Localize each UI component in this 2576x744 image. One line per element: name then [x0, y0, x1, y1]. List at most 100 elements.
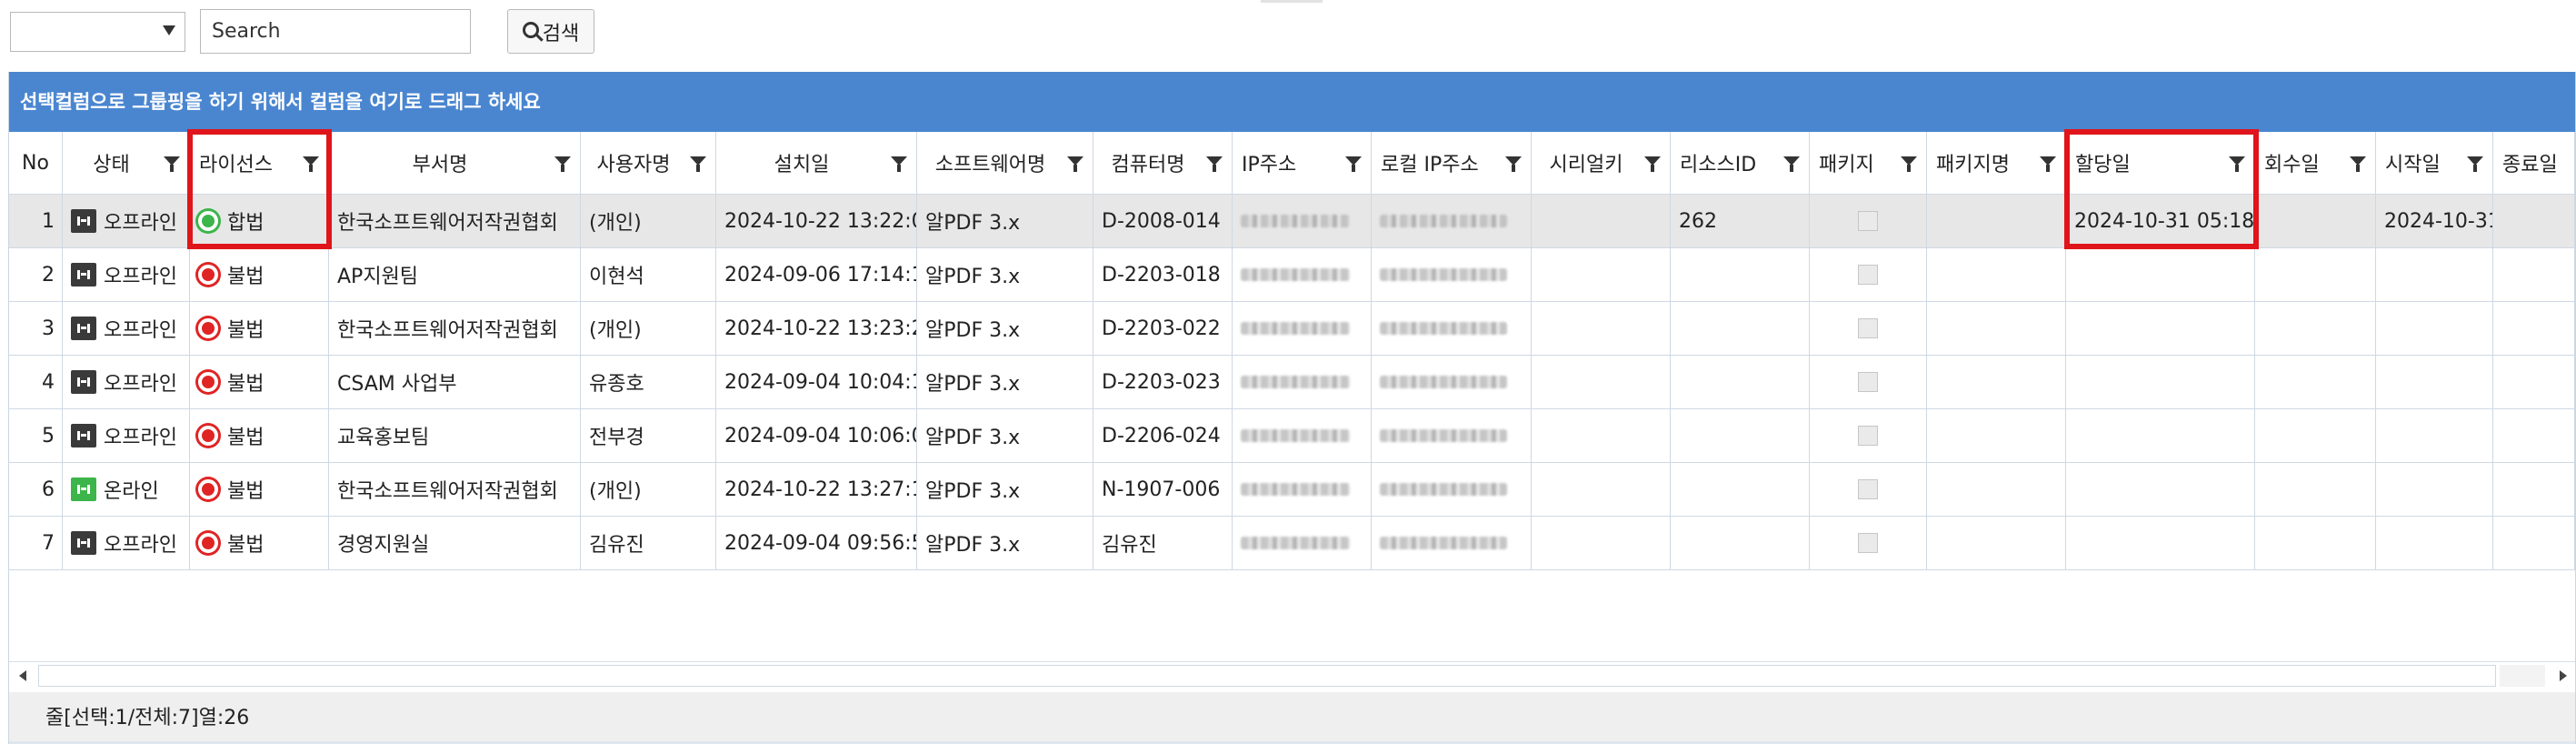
filter-icon[interactable]	[1063, 156, 1087, 172]
redacted-local-ip	[1380, 376, 1507, 388]
cell-user: 이현석	[581, 248, 716, 301]
column-header-status[interactable]: 상태	[63, 132, 190, 194]
cell-ip	[1233, 356, 1372, 408]
column-header-package[interactable]: 패키지	[1810, 132, 1927, 194]
column-header-user[interactable]: 사용자명	[581, 132, 716, 194]
filter-icon[interactable]	[1203, 156, 1226, 172]
column-header-install-date[interactable]: 설치일	[716, 132, 917, 194]
table-row[interactable]: 4 오프라인 불법 CSAM 사업부 유종호 2024-09-04 10:04:12 알PD…	[9, 356, 2575, 409]
filter-icon[interactable]	[160, 156, 184, 172]
column-header-license[interactable]: 라이선스	[190, 132, 329, 194]
assign-date-value: 2024-10-31 05:18:06	[2074, 209, 2255, 233]
illegal-license-icon	[198, 265, 218, 285]
package-checkbox[interactable]	[1858, 372, 1878, 392]
scrollbar-thumb[interactable]	[38, 665, 2496, 687]
chevron-down-icon[interactable]	[163, 25, 175, 35]
package-checkbox[interactable]	[1858, 533, 1878, 553]
cell-resource-id	[1671, 409, 1810, 462]
toolbar: 검색	[0, 0, 2576, 71]
cell-resource-id	[1671, 517, 1810, 569]
computer-value: D-2203-018	[1102, 263, 1221, 287]
cell-ip	[1233, 409, 1372, 462]
install-date-value: 2024-09-06 17:14:16	[724, 263, 917, 287]
dept-value: 교육홍보팀	[337, 427, 430, 449]
cell-start-date: 2024-10-31	[2376, 195, 2493, 247]
column-header-serial[interactable]: 시리얼키	[1532, 132, 1671, 194]
cell-software: 알PDF 3.x	[917, 356, 1093, 408]
filter-dropdown[interactable]	[10, 12, 185, 52]
column-header-label: 소프트웨어명	[934, 154, 1046, 176]
package-checkbox[interactable]	[1858, 211, 1878, 231]
software-value: 알PDF 3.x	[925, 319, 1021, 342]
cell-local-ip	[1372, 302, 1532, 355]
column-header-dept[interactable]: 부서명	[329, 132, 581, 194]
cell-package[interactable]	[1810, 463, 1927, 516]
column-header-start-date[interactable]: 시작일	[2376, 132, 2493, 194]
group-drop-area[interactable]: 선택컬럼으로 그룹핑을 하기 위해서 컬럼을 여기로 드래그 하세요	[9, 72, 2575, 132]
table-row[interactable]: 7 오프라인 불법 경영지원실 김유진 2024-09-04 09:56:56 알PDF 3…	[9, 517, 2575, 570]
table-row[interactable]: 3 오프라인 불법 한국소프트웨어저작권협회 (개인) 2024-10-22 13:23:…	[9, 302, 2575, 356]
cell-ip	[1233, 195, 1372, 247]
redacted-local-ip	[1380, 483, 1507, 496]
filter-icon[interactable]	[1780, 156, 1803, 172]
column-header-label: 리소스ID	[1680, 154, 1757, 176]
package-checkbox[interactable]	[1858, 318, 1878, 338]
filter-icon[interactable]	[2346, 156, 2370, 172]
cell-package[interactable]	[1810, 248, 1927, 301]
column-header-computer[interactable]: 컴퓨터명	[1093, 132, 1233, 194]
redacted-ip	[1241, 268, 1350, 281]
filter-icon[interactable]	[1897, 156, 1921, 172]
filter-icon[interactable]	[1502, 156, 1525, 172]
package-checkbox[interactable]	[1858, 479, 1878, 499]
search-input[interactable]	[200, 9, 471, 54]
filter-icon[interactable]	[2036, 156, 2060, 172]
column-header-end-date[interactable]: 종료일	[2493, 132, 2575, 194]
filter-icon[interactable]	[1342, 156, 1365, 172]
cell-package[interactable]	[1810, 302, 1927, 355]
horizontal-scrollbar[interactable]	[9, 661, 2575, 690]
table-row[interactable]: 5 오프라인 불법 교육홍보팀 전부경 2024-09-04 10:06:00 알PDF 3…	[9, 409, 2575, 463]
resource-id-value: 262	[1679, 209, 1717, 233]
scroll-right-arrow-icon[interactable]	[2550, 662, 2575, 689]
table-row[interactable]: 1 오프라인 합법 한국소프트웨어저작권협회 (개인) 2024-10-22 13:22:…	[9, 195, 2575, 248]
grid-body: 1 오프라인 합법 한국소프트웨어저작권협회 (개인) 2024-10-22 13:22:…	[9, 195, 2575, 570]
filter-icon[interactable]	[299, 156, 323, 172]
cell-serial	[1532, 356, 1671, 408]
filter-icon[interactable]	[1641, 156, 1664, 172]
offline-status-icon	[71, 209, 96, 233]
install-date-value: 2024-09-04 09:56:56	[724, 531, 917, 555]
column-header-recover-date[interactable]: 회수일	[2255, 132, 2376, 194]
column-header-label: 컴퓨터명	[1111, 154, 1185, 176]
column-header-software[interactable]: 소프트웨어명	[917, 132, 1093, 194]
cell-computer: D-2206-024	[1093, 409, 1233, 462]
filter-icon[interactable]	[686, 156, 710, 172]
search-button[interactable]: 검색	[507, 9, 594, 54]
cell-status: 오프라인	[63, 356, 190, 408]
filter-icon[interactable]	[2463, 156, 2487, 172]
cell-start-date	[2376, 409, 2493, 462]
column-header-no[interactable]: No	[9, 132, 63, 194]
cell-package[interactable]	[1810, 517, 1927, 569]
column-header-assign-date[interactable]: 할당일	[2066, 132, 2255, 194]
cell-package[interactable]	[1810, 356, 1927, 408]
package-checkbox[interactable]	[1858, 426, 1878, 446]
package-checkbox[interactable]	[1858, 265, 1878, 285]
filter-icon[interactable]	[887, 156, 911, 172]
filter-icon[interactable]	[2225, 156, 2249, 172]
filter-icon[interactable]	[551, 156, 574, 172]
offline-status-icon	[71, 263, 96, 287]
column-header-resource-id[interactable]: 리소스ID	[1671, 132, 1810, 194]
column-header-package-name[interactable]: 패키지명	[1927, 132, 2066, 194]
cell-install-date: 2024-10-22 13:22:01	[716, 195, 917, 247]
offline-status-icon	[71, 317, 96, 340]
cell-user: 유종호	[581, 356, 716, 408]
cell-assign-date	[2066, 517, 2255, 569]
cell-package[interactable]	[1810, 195, 1927, 247]
table-row[interactable]: 2 오프라인 불법 AP지원팀 이현석 2024-09-06 17:14:16 알PDF 3…	[9, 248, 2575, 302]
scroll-left-arrow-icon[interactable]	[9, 662, 36, 689]
table-row[interactable]: 6 온라인 불법 한국소프트웨어저작권협회 (개인) 2024-10-22 13:27:1…	[9, 463, 2575, 517]
search-icon	[522, 21, 539, 38]
column-header-ip[interactable]: IP주소	[1233, 132, 1372, 194]
column-header-local-ip[interactable]: 로컬 IP주소	[1372, 132, 1532, 194]
cell-package[interactable]	[1810, 409, 1927, 462]
